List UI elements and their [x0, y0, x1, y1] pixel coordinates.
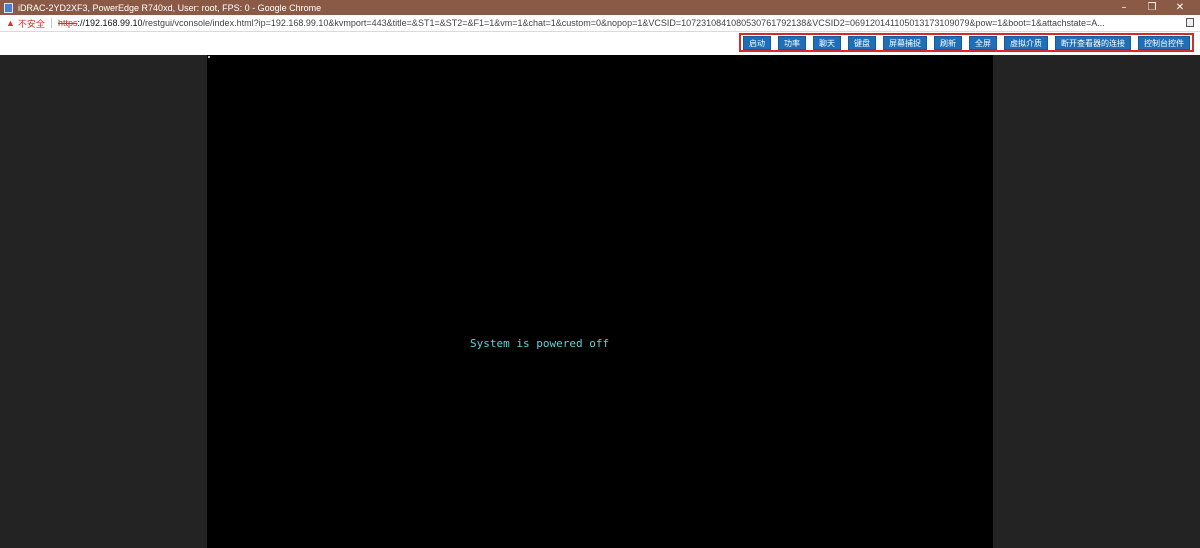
url-host: ://192.168.99.10 [77, 18, 143, 28]
security-status-label[interactable]: 不安全 [18, 17, 45, 30]
cursor-icon [208, 56, 210, 58]
copy-icon[interactable] [1186, 18, 1194, 27]
minimize-icon[interactable]: – [1110, 0, 1138, 15]
console-viewer-area: System is powered off [0, 55, 1200, 548]
window-title: iDRAC-2YD2XF3, PowerEdge R740xd, User: r… [18, 2, 322, 13]
virtual-media-button[interactable]: 虚拟介质 [1004, 35, 1048, 50]
window-controls: – ❐ ✕ [1110, 0, 1194, 15]
power-button[interactable]: 功率 [778, 35, 806, 50]
fullscreen-button[interactable]: 全屏 [969, 35, 997, 50]
screen-capture-button[interactable]: 屏幕捕捉 [883, 35, 927, 50]
disconnect-viewer-button[interactable]: 断开查看器的连接 [1055, 35, 1131, 50]
window-titlebar: iDRAC-2YD2XF3, PowerEdge R740xd, User: r… [0, 0, 1200, 15]
console-controls-button[interactable]: 控制台控件 [1138, 35, 1190, 50]
remote-console-screen[interactable]: System is powered off [207, 55, 993, 548]
close-icon[interactable]: ✕ [1166, 0, 1194, 15]
keyboard-button[interactable]: 键盘 [848, 35, 876, 50]
warning-icon[interactable]: ▲ [6, 18, 15, 28]
address-divider [50, 18, 52, 28]
url-path: /restgui/vconsole/index.html?ip=192.168.… [142, 18, 1105, 28]
refresh-button[interactable]: 刷新 [934, 35, 962, 50]
console-message: System is powered off [470, 337, 610, 350]
boot-button[interactable]: 启动 [743, 35, 771, 50]
address-bar: ▲ 不安全 https://192.168.99.10/restgui/vcon… [0, 15, 1200, 32]
kvm-toolbar: 启动 功率 聊天 键盘 屏幕捕捉 刷新 全屏 虚拟介质 断开查看器的连接 控制台… [0, 32, 1200, 55]
url-scheme: https [57, 18, 78, 28]
browser-app-icon [4, 2, 13, 13]
restore-icon[interactable]: ❐ [1138, 0, 1166, 15]
kvm-button-group: 启动 功率 聊天 键盘 屏幕捕捉 刷新 全屏 虚拟介质 断开查看器的连接 控制台… [739, 33, 1194, 52]
chat-button[interactable]: 聊天 [813, 35, 841, 50]
url-field[interactable]: https://192.168.99.10/restgui/vconsole/i… [58, 18, 1168, 28]
